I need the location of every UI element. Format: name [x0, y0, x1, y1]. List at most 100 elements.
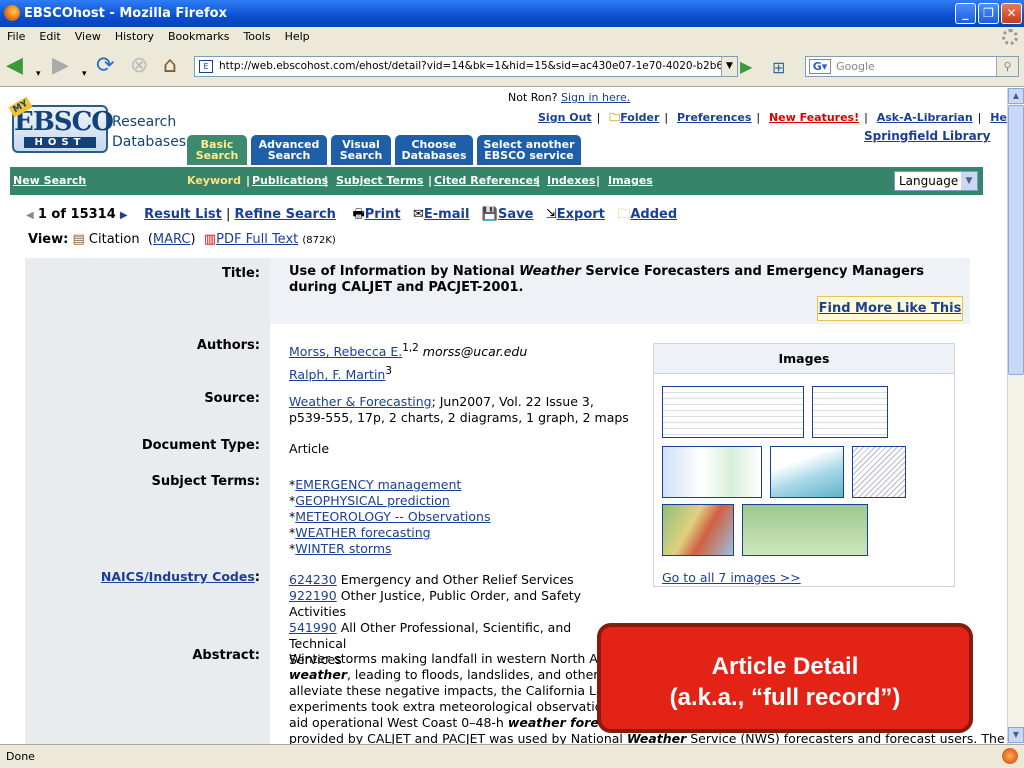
maximize-button[interactable]: ❐	[978, 3, 999, 24]
subject-term-link[interactable]: WINTER storms	[295, 541, 391, 556]
export-icon[interactable]: ⇲	[546, 207, 557, 222]
indexes-link[interactable]: Indexes	[547, 174, 595, 187]
save-link[interactable]: Save	[498, 207, 533, 222]
keyword-link[interactable]: Keyword	[187, 174, 241, 187]
record-toolbar: ◀ 1 of 15314 ▶ Result List | Refine Sear…	[26, 207, 678, 222]
preferences-link[interactable]: Preferences	[677, 111, 751, 124]
minimize-button[interactable]: _	[955, 3, 976, 24]
search-icon[interactable]: ⚲	[996, 57, 1018, 76]
pdf-size: (872K)	[302, 235, 336, 246]
help-link[interactable]: Help	[990, 111, 1007, 124]
folder-link[interactable]: Folder	[620, 111, 659, 124]
back-dropdown-icon[interactable]: ▾	[36, 63, 41, 85]
library-link[interactable]: Springfield Library	[864, 129, 990, 143]
tab-basic-search[interactable]: Basic Search	[187, 135, 247, 165]
source-text: p539-555, 17p, 2 charts, 2 diagrams, 1 g…	[289, 410, 629, 425]
image-thumbnail-table[interactable]	[662, 386, 804, 438]
vertical-scrollbar[interactable]: ▲ ▼	[1007, 88, 1024, 744]
print-link[interactable]: Print	[365, 207, 401, 222]
search-placeholder: Google	[836, 60, 875, 73]
language-select[interactable]: Language ▼	[894, 171, 978, 191]
image-thumbnail-graph[interactable]	[770, 446, 844, 498]
menu-history[interactable]: History	[108, 27, 161, 46]
language-dropdown-icon[interactable]: ▼	[961, 172, 977, 190]
menu-file[interactable]: File	[0, 27, 32, 46]
ask-librarian-link[interactable]: Ask-A-Librarian	[877, 111, 973, 124]
result-list-link[interactable]: Result List	[144, 207, 222, 222]
menu-view[interactable]: View	[68, 27, 108, 46]
window-title: EBSCOhost - Mozilla Firefox	[24, 6, 227, 21]
save-icon[interactable]: 💾	[482, 207, 498, 222]
search-engine-icon[interactable]: G▾	[809, 59, 831, 74]
find-more-button[interactable]: Find More Like This	[817, 296, 963, 321]
new-tab-icon[interactable]: ⊞	[772, 57, 785, 79]
scroll-up-icon[interactable]: ▲	[1008, 88, 1024, 104]
tab-select-service[interactable]: Select another EBSCO service	[477, 135, 581, 165]
menu-bookmarks[interactable]: Bookmarks	[161, 27, 236, 46]
close-button[interactable]: ✕	[1001, 3, 1022, 24]
author-link[interactable]: Morss, Rebecca E.	[289, 344, 402, 359]
image-thumbnail-map[interactable]	[852, 446, 906, 498]
marc-link[interactable]: MARC	[153, 232, 191, 247]
search-input[interactable]: G▾ Google ⚲	[805, 56, 1019, 77]
tab-advanced-search[interactable]: Advanced Search	[251, 135, 327, 165]
forward-dropdown-icon[interactable]: ▾	[82, 63, 87, 85]
export-link[interactable]: Export	[557, 207, 605, 222]
abstract-label: Abstract:	[192, 648, 260, 663]
subject-term-link[interactable]: METEOROLOGY -- Observations	[295, 509, 490, 524]
home-icon[interactable]: ⌂	[163, 55, 177, 77]
tab-visual-search[interactable]: Visual Search	[331, 135, 391, 165]
sign-out-link[interactable]: Sign Out	[538, 111, 592, 124]
image-thumbnail-diagram[interactable]	[742, 504, 868, 556]
prev-record-icon[interactable]: ◀	[26, 210, 34, 221]
new-search-link[interactable]: New Search	[13, 174, 86, 187]
naics-code-link[interactable]: 922190	[289, 588, 337, 603]
naics-code-link[interactable]: 541990	[289, 620, 337, 635]
new-features-link[interactable]: New Features!	[769, 111, 859, 124]
tab-choose-databases[interactable]: Choose Databases	[395, 135, 473, 165]
subject-term-link[interactable]: GEOPHYSICAL prediction	[295, 493, 450, 508]
sign-in-link[interactable]: Sign in here.	[561, 91, 630, 104]
scroll-thumb[interactable]	[1008, 105, 1024, 375]
forward-icon[interactable]: ▶	[52, 55, 69, 77]
back-icon[interactable]: ◀	[6, 55, 23, 77]
pdf-full-text-link[interactable]: PDF Full Text	[216, 232, 298, 247]
stop-icon[interactable]: ⊗	[130, 55, 148, 77]
pdf-icon[interactable]: ▥	[204, 232, 216, 247]
subject-term-link[interactable]: EMERGENCY management	[295, 477, 461, 492]
naics-code-link[interactable]: 624230	[289, 572, 337, 587]
next-record-icon[interactable]: ▶	[120, 210, 128, 221]
authors-label: Authors:	[196, 338, 260, 353]
image-thumbnail-table[interactable]	[812, 386, 888, 438]
all-images-link[interactable]: Go to all 7 images >>	[662, 570, 801, 585]
refine-search-link[interactable]: Refine Search	[235, 207, 336, 222]
subject-term-link[interactable]: WEATHER forecasting	[295, 525, 430, 540]
print-icon[interactable]: 🖶	[352, 207, 364, 222]
ebscohost-logo[interactable]: MY EBSCO HOST	[8, 96, 114, 153]
folder-added-icon[interactable]: 🗀	[617, 207, 630, 222]
address-dropdown-icon[interactable]: ▼	[721, 57, 737, 76]
email-link[interactable]: E-mail	[424, 207, 470, 222]
folder-icon[interactable]: 🗀	[609, 111, 620, 124]
window-titlebar: EBSCOhost - Mozilla Firefox _ ❐ ✕	[0, 0, 1024, 27]
email-icon[interactable]: ✉	[413, 207, 424, 222]
cited-references-link[interactable]: Cited References	[434, 174, 540, 187]
menu-tools[interactable]: Tools	[236, 27, 277, 46]
naics-link[interactable]: NAICS/Industry Codes	[101, 569, 255, 584]
menu-edit[interactable]: Edit	[32, 27, 67, 46]
source-link[interactable]: Weather & Forecasting	[289, 394, 432, 409]
author-link[interactable]: Ralph, F. Martin	[289, 367, 385, 382]
subject-terms-link[interactable]: Subject Terms	[336, 174, 423, 187]
reload-icon[interactable]: ⟳	[96, 55, 114, 77]
scroll-down-icon[interactable]: ▼	[1008, 727, 1024, 743]
source-label: Source:	[204, 391, 260, 406]
address-bar[interactable]: E http://web.ebscohost.com/ehost/detail?…	[194, 56, 738, 77]
added-link[interactable]: Added	[630, 207, 677, 222]
publications-link[interactable]: Publications	[252, 174, 328, 187]
images-link[interactable]: Images	[608, 174, 653, 187]
doctype-label: Document Type:	[141, 438, 260, 453]
menu-help[interactable]: Help	[278, 27, 317, 46]
go-icon[interactable]: ▶	[740, 56, 760, 77]
image-thumbnail-map[interactable]	[662, 504, 734, 556]
image-thumbnail-diagram[interactable]	[662, 446, 762, 498]
